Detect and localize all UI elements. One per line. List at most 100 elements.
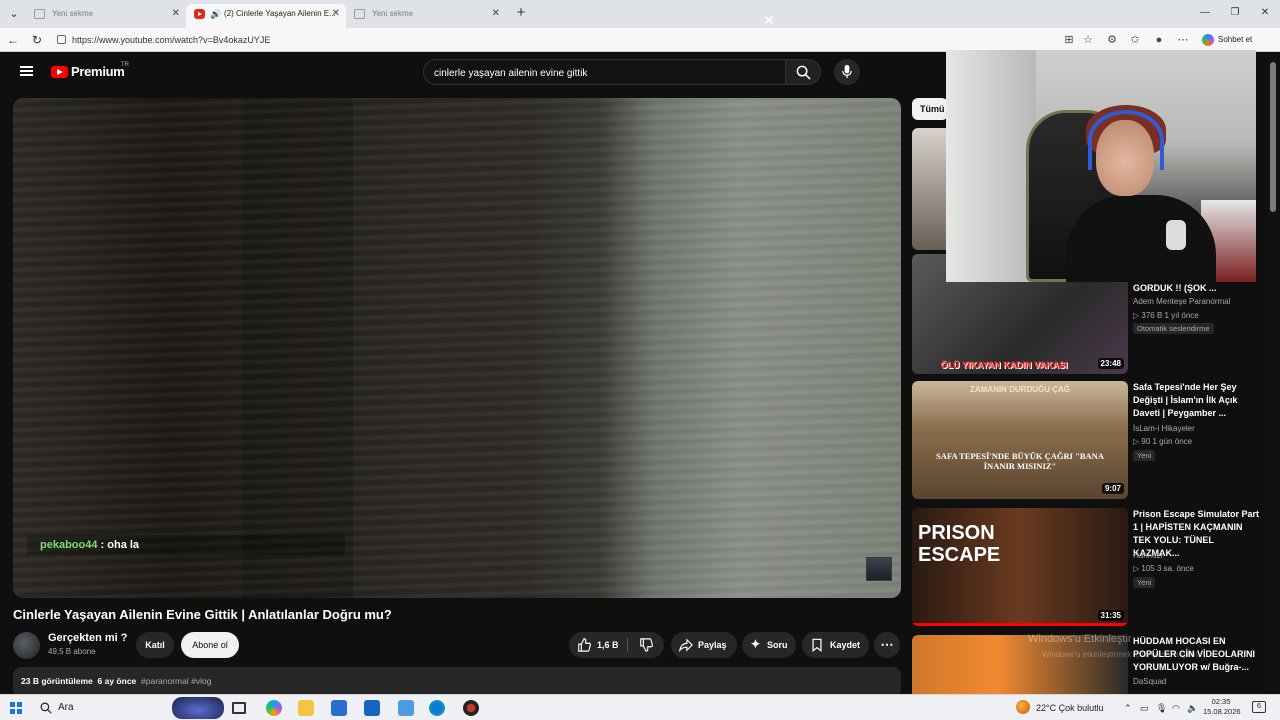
weather-text[interactable]: 22°C Çok bulutlu	[1036, 699, 1104, 717]
clear-search-icon[interactable]: ✕	[763, 11, 775, 29]
maximize-button[interactable]: ❐	[1220, 4, 1250, 22]
filter-chip-all[interactable]: Tümü	[912, 98, 948, 120]
sidebar-channel[interactable]: İsLam-i Hikayeler	[1133, 424, 1195, 433]
auto-dub-badge: Otomatik seslendirme	[1133, 323, 1214, 334]
outlook-icon[interactable]	[364, 700, 380, 716]
save-button[interactable]: Kaydet	[802, 632, 869, 658]
volume-icon[interactable]: 🔈	[1187, 699, 1198, 717]
video-title: Cinlerle Yaşayan Ailenin Evine Gittik | …	[13, 607, 392, 622]
tab-new-1[interactable]: Yeni sekme ✕	[26, 4, 186, 28]
logo-text[interactable]: Premium	[71, 64, 125, 79]
close-icon[interactable]: ✕	[492, 4, 500, 24]
sidebar-channel[interactable]: Adem Menteşe Paranormal	[1133, 297, 1230, 306]
folder-app-icon[interactable]	[398, 700, 414, 716]
new-tab-button[interactable]: +	[512, 4, 530, 22]
thumbs-down-icon[interactable]	[639, 638, 653, 652]
search-button[interactable]	[785, 59, 821, 85]
url-field[interactable]: https://www.youtube.com/watch?v=Bv4okazU…	[52, 31, 952, 49]
more-menu-icon[interactable]: ⋯	[1176, 33, 1190, 47]
hashtags[interactable]: #paranormal #vlog	[141, 676, 211, 686]
menu-icon[interactable]	[20, 66, 33, 76]
task-view-icon[interactable]	[232, 702, 246, 714]
file-explorer-icon[interactable]	[298, 700, 314, 716]
app-available-icon[interactable]: ⊞	[1062, 33, 1076, 47]
channel-watermark-icon[interactable]	[866, 557, 892, 581]
refresh-icon[interactable]: ↻	[28, 31, 46, 49]
thumbs-up-icon[interactable]	[577, 638, 591, 652]
notification-bell-icon[interactable]: 6	[1252, 701, 1266, 713]
clock-date: 15.08.2026	[1203, 707, 1241, 716]
search-input[interactable]	[434, 65, 754, 81]
edge-browser-icon[interactable]	[429, 700, 445, 716]
back-arrow-icon[interactable]: ←	[4, 31, 22, 49]
speaker-icon[interactable]: 🔊	[210, 4, 221, 24]
scrollbar-thumb[interactable]	[1270, 62, 1276, 212]
voice-search-button[interactable]	[834, 59, 860, 85]
close-icon[interactable]: ✕	[332, 4, 340, 24]
like-count[interactable]: 1,6 B	[597, 632, 619, 658]
windows-start-icon[interactable]	[10, 702, 22, 714]
wifi-icon[interactable]: ◠	[1172, 699, 1180, 717]
youtube-header: Premium TR	[0, 52, 946, 92]
sidebar-channel[interactable]: DaSquad	[1133, 677, 1166, 686]
minimize-button[interactable]: —	[1190, 4, 1220, 22]
headset-icon	[1088, 110, 1164, 170]
subscribe-button[interactable]: Abone ol	[181, 632, 239, 658]
sidebar-thumbnail[interactable]: ZAMANIN DURDUĞU ÇAĞ SAFA TEPESİ'NDE BÜYÜ…	[912, 381, 1128, 499]
view-count: 23 B görüntüleme	[21, 676, 93, 686]
copilot-icon	[1202, 34, 1214, 46]
sidebar-thumbnail[interactable]: PRISON ESCAPE 31:35	[912, 508, 1128, 626]
video-player[interactable]	[13, 98, 901, 598]
stream-chat-message: pekaboo44 : oha la	[27, 535, 345, 555]
close-icon[interactable]: ✕	[172, 4, 180, 24]
sidebar-meta: ▷ 105 3 sa. önce	[1133, 564, 1194, 573]
copilot-chat-button[interactable]: Sohbet et	[1200, 32, 1252, 48]
save-label: Kaydet	[830, 640, 861, 650]
extensions-icon[interactable]: ⚙	[1105, 33, 1119, 47]
taskbar-search-label: Ara	[58, 702, 74, 713]
sidebar-video-title[interactable]: GORDUK !! (ŞOK ...	[1133, 282, 1261, 295]
youtube-logo-icon[interactable]	[51, 66, 68, 78]
obs-icon[interactable]	[463, 700, 479, 716]
search-highlight-icon[interactable]	[172, 697, 224, 719]
weather-icon[interactable]	[1016, 700, 1030, 714]
show-hidden-icons-icon[interactable]: ⌃	[1124, 699, 1132, 717]
share-button[interactable]: Paylaş	[671, 632, 737, 658]
join-button[interactable]: Katıl	[136, 632, 174, 658]
webcam-person-body	[1066, 195, 1216, 282]
tab-new-2[interactable]: Yeni sekme ✕	[346, 4, 506, 28]
microphone-tray-icon[interactable]: 🎙	[1156, 699, 1167, 717]
taskbar-search[interactable]: Ara	[38, 699, 168, 717]
favorite-star-icon[interactable]: ☆	[1081, 33, 1095, 47]
notification-count: 6	[1257, 703, 1261, 710]
share-icon	[679, 638, 693, 652]
system-clock[interactable]: 02:35 15.08.2026	[1203, 697, 1241, 717]
tab-youtube[interactable]: 🔊 (2) Cinlerle Yaşayan Ailenin E... ✕	[186, 4, 346, 28]
duration-badge: 9:07	[1101, 483, 1124, 494]
favorites-icon[interactable]: ✩	[1128, 33, 1142, 47]
subscribe-label: Abone ol	[192, 640, 228, 650]
network-icon[interactable]: ▭	[1140, 699, 1149, 717]
ask-button[interactable]: Soru	[742, 632, 796, 658]
store-icon[interactable]	[331, 700, 347, 716]
join-label: Katıl	[145, 640, 165, 650]
watch-progress-bar	[912, 623, 1128, 626]
tab-title: Yeni sekme	[52, 9, 94, 18]
channel-name[interactable]: Gerçekten mi ?	[48, 632, 127, 644]
activation-watermark-text: Windows'u etkinleştirmek için Ayarlar'a …	[1042, 650, 1201, 659]
sidebar-video-title[interactable]: Safa Tepesi'nde Her Şey Değişti | İslam'…	[1133, 381, 1261, 420]
profile-icon[interactable]: ●	[1152, 33, 1166, 47]
tab-title: Yeni sekme	[372, 9, 414, 18]
copilot-icon[interactable]	[266, 700, 282, 716]
chat-username: pekaboo44	[40, 539, 98, 551]
close-window-button[interactable]: ✕	[1250, 4, 1280, 22]
sidebar-channel[interactable]: Hannozi	[1133, 551, 1162, 560]
tab-actions-chevron-icon[interactable]: ⌄	[4, 4, 24, 24]
upload-age: 6 ay önce	[97, 676, 137, 686]
search-box	[423, 59, 785, 85]
search-icon	[40, 702, 52, 714]
subscriber-count: 49,5 B abone	[48, 647, 96, 656]
webcam-wall	[946, 50, 1036, 282]
channel-avatar[interactable]	[13, 632, 40, 659]
more-actions-icon[interactable]: ⋯	[874, 632, 900, 658]
